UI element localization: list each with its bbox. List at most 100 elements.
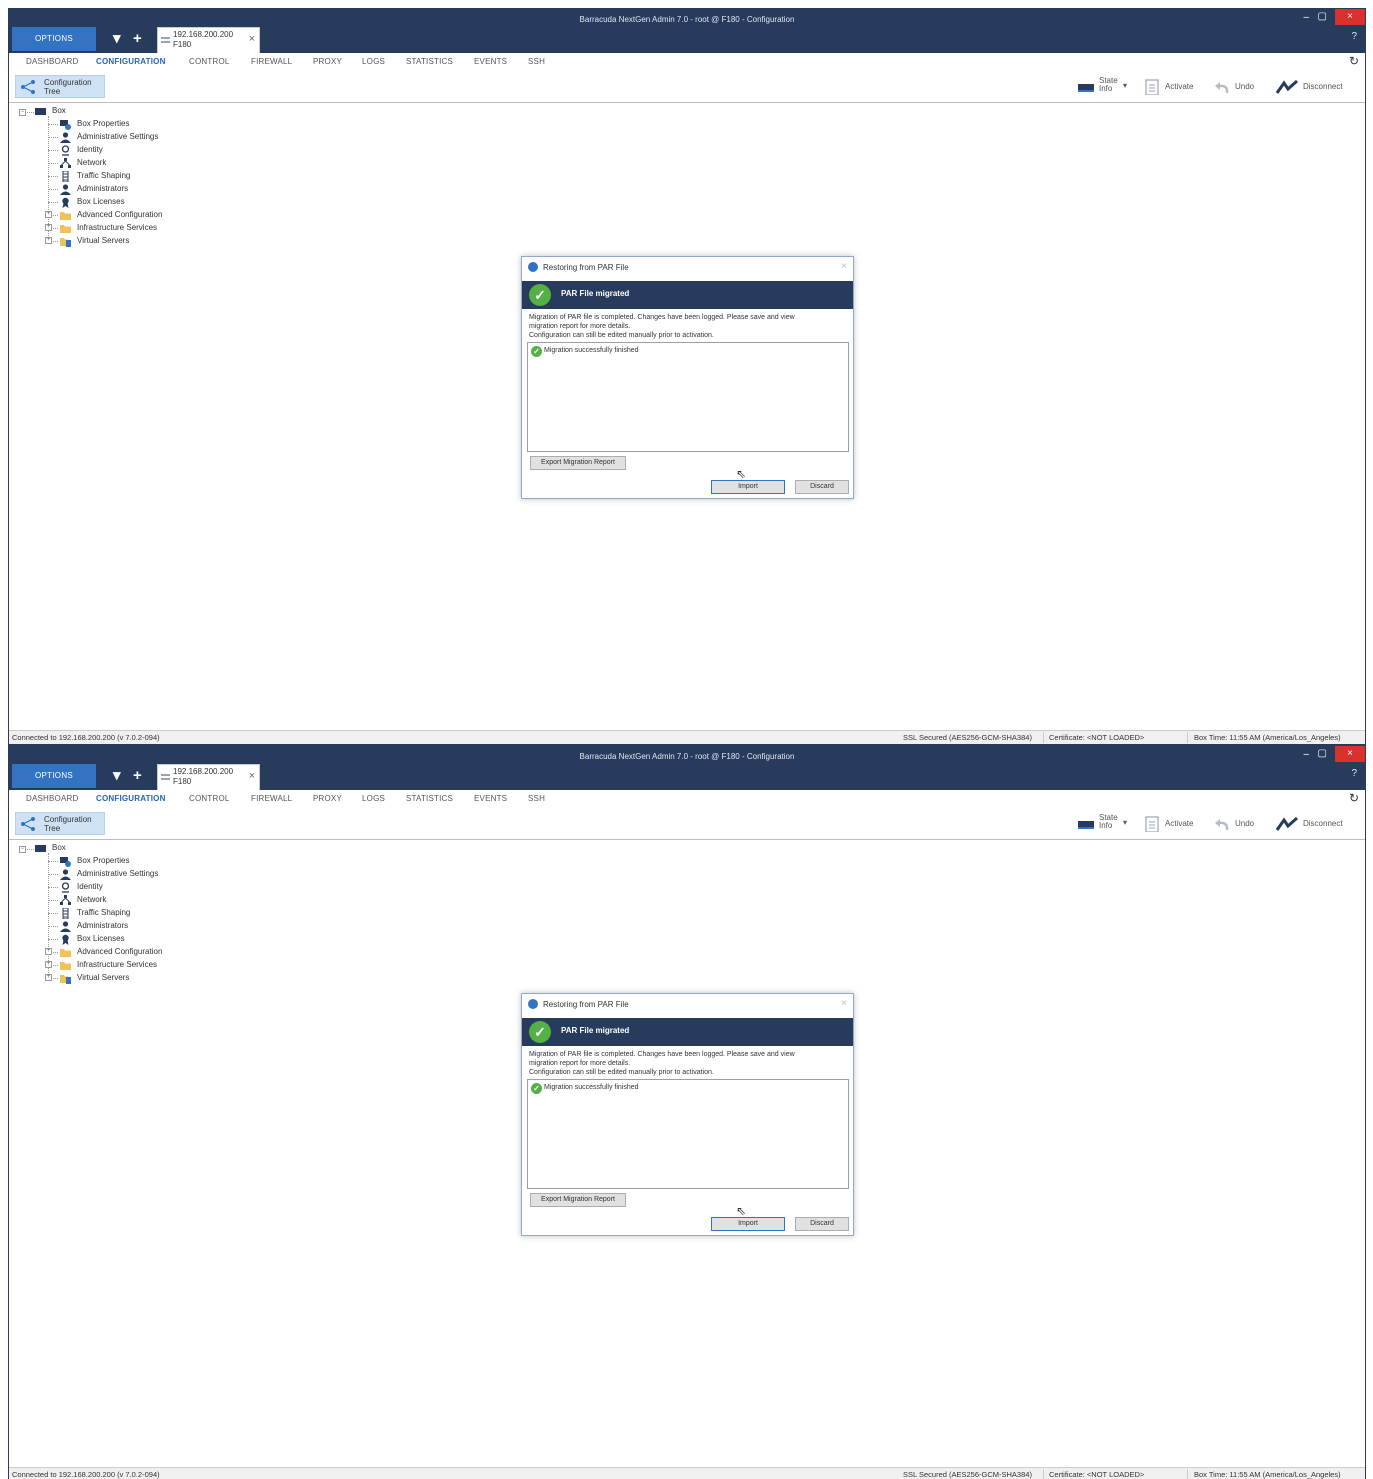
undo-button[interactable]: Undo [1213, 814, 1261, 834]
tab-dashboard[interactable]: DASHBOARD [26, 57, 78, 66]
minimize-icon[interactable]: – [1303, 12, 1309, 23]
help-icon[interactable]: ? [1351, 31, 1357, 42]
session-tab[interactable]: 192.168.200.200 F180 × [157, 27, 260, 53]
configuration-tree-button[interactable]: Configuration Tree [15, 812, 105, 835]
activate-label: Activate [1165, 82, 1194, 91]
tab-control[interactable]: CONTROL [189, 794, 230, 803]
box-icon [161, 774, 170, 780]
tab-events[interactable]: EVENTS [474, 794, 507, 803]
undo-icon [1215, 82, 1229, 94]
connection-status: Connected to 192.168.200.200 (v 7.0.2-09… [12, 733, 160, 742]
add-icon[interactable]: + [133, 27, 142, 51]
expand-icon[interactable]: + [45, 948, 52, 955]
tab-ssh[interactable]: SSH [528, 794, 545, 803]
status-bar: Connected to 192.168.200.200 (v 7.0.2-09… [9, 1467, 1365, 1479]
import-button[interactable]: Import [711, 480, 785, 494]
tab-statistics[interactable]: STATISTICS [406, 57, 453, 66]
discard-button[interactable]: Discard [795, 1217, 849, 1231]
activate-button[interactable]: Activate [1143, 77, 1201, 97]
mouse-cursor-icon: ⇖ [736, 1204, 747, 1218]
tree-item-label: Box [52, 106, 66, 115]
tab-control[interactable]: CONTROL [189, 57, 230, 66]
export-report-button[interactable]: Export Migration Report [530, 456, 626, 470]
server-icon [1078, 84, 1094, 92]
tab-configuration[interactable]: CONFIGURATION [96, 794, 166, 803]
close-icon[interactable]: × [841, 998, 847, 1009]
undo-button[interactable]: Undo [1213, 77, 1261, 97]
session-box: F180 [173, 40, 192, 49]
minimize-icon[interactable]: – [1303, 749, 1309, 760]
close-tab-icon[interactable]: × [249, 770, 255, 782]
help-icon[interactable]: ? [1351, 768, 1357, 779]
network-icon [60, 158, 71, 168]
tab-events[interactable]: EVENTS [474, 57, 507, 66]
close-tab-icon[interactable]: × [249, 33, 255, 45]
restore-icon[interactable]: ▢ [1318, 11, 1327, 22]
ssl-status: SSL Secured (AES256-GCM-SHA384) [903, 733, 1032, 742]
app-icon [528, 999, 538, 1009]
undo-label: Undo [1235, 82, 1255, 91]
export-report-button[interactable]: Export Migration Report [530, 1193, 626, 1207]
restore-icon[interactable]: ▢ [1318, 748, 1327, 759]
tab-proxy[interactable]: PROXY [313, 57, 342, 66]
tab-statistics[interactable]: STATISTICS [406, 794, 453, 803]
status-bar: Connected to 192.168.200.200 (v 7.0.2-09… [9, 730, 1365, 744]
tab-proxy[interactable]: PROXY [313, 794, 342, 803]
refresh-icon[interactable]: ↻ [1349, 791, 1359, 805]
collapse-icon[interactable]: − [19, 109, 26, 116]
migration-log[interactable]: ✓ Migration successfully finished [527, 342, 849, 452]
license-icon [62, 934, 69, 945]
options-button[interactable]: OPTIONS [12, 764, 96, 788]
tab-logs[interactable]: LOGS [362, 57, 385, 66]
box-time: Box Time: 11:55 AM (America/Los_Angeles) [1194, 733, 1341, 742]
migration-log[interactable]: ✓ Migration successfully finished [527, 1079, 849, 1189]
user-icon [60, 869, 71, 880]
tab-logs[interactable]: LOGS [362, 794, 385, 803]
expand-icon[interactable]: + [45, 237, 52, 244]
server-icon [1078, 821, 1094, 829]
tab-ssh[interactable]: SSH [528, 57, 545, 66]
filter-icon[interactable]: ▾ [113, 764, 121, 788]
close-icon[interactable]: × [841, 261, 847, 272]
filter-icon[interactable]: ▾ [113, 27, 121, 51]
toolbar: Configuration Tree State Info ▾ Activate… [9, 808, 1365, 840]
expand-icon[interactable]: + [45, 961, 52, 968]
success-icon: ✓ [531, 1083, 542, 1094]
discard-button[interactable]: Discard [795, 480, 849, 494]
tab-dashboard[interactable]: DASHBOARD [26, 794, 78, 803]
tab-configuration[interactable]: CONFIGURATION [96, 57, 166, 66]
restore-par-dialog: Restoring from PAR File × ✓ PAR File mig… [521, 256, 854, 499]
clipboard-icon [1145, 816, 1159, 832]
user-icon [60, 132, 71, 143]
refresh-icon[interactable]: ↻ [1349, 54, 1359, 68]
disconnect-button[interactable]: Disconnect [1275, 814, 1355, 834]
options-button[interactable]: OPTIONS [12, 27, 96, 51]
disconnect-button[interactable]: Disconnect [1275, 77, 1355, 97]
close-icon[interactable]: × [1335, 746, 1365, 762]
session-ip: 192.168.200.200 [173, 767, 234, 776]
expand-icon[interactable]: + [45, 224, 52, 231]
import-button[interactable]: Import [711, 1217, 785, 1231]
configuration-tree-button[interactable]: Configuration Tree [15, 75, 105, 98]
session-tab[interactable]: 192.168.200.200 F180 × [157, 764, 260, 790]
log-entry: Migration successfully finished [544, 1084, 639, 1091]
window-title: Barracuda NextGen Admin 7.0 - root @ F18… [579, 752, 795, 761]
close-icon[interactable]: × [1335, 9, 1365, 25]
state-info-button[interactable]: State Info ▾ [1077, 77, 1133, 97]
tab-firewall[interactable]: FIREWALL [251, 794, 292, 803]
expand-icon[interactable]: + [45, 974, 52, 981]
state-info-button[interactable]: State Info ▾ [1077, 814, 1133, 834]
activate-label: Activate [1165, 819, 1194, 828]
expand-icon[interactable]: + [45, 211, 52, 218]
license-icon [62, 197, 69, 208]
box-time: Box Time: 11:55 AM (America/Los_Angeles) [1194, 1470, 1341, 1479]
session-ip: 192.168.200.200 [173, 30, 234, 39]
undo-label: Undo [1235, 819, 1255, 828]
network-icon [60, 895, 71, 905]
traffic-shaping-icon [62, 171, 69, 182]
activate-button[interactable]: Activate [1143, 814, 1201, 834]
add-icon[interactable]: + [133, 764, 142, 788]
config-tree-label-1: Configuration [44, 78, 92, 87]
collapse-icon[interactable]: − [19, 846, 26, 853]
tab-firewall[interactable]: FIREWALL [251, 57, 292, 66]
